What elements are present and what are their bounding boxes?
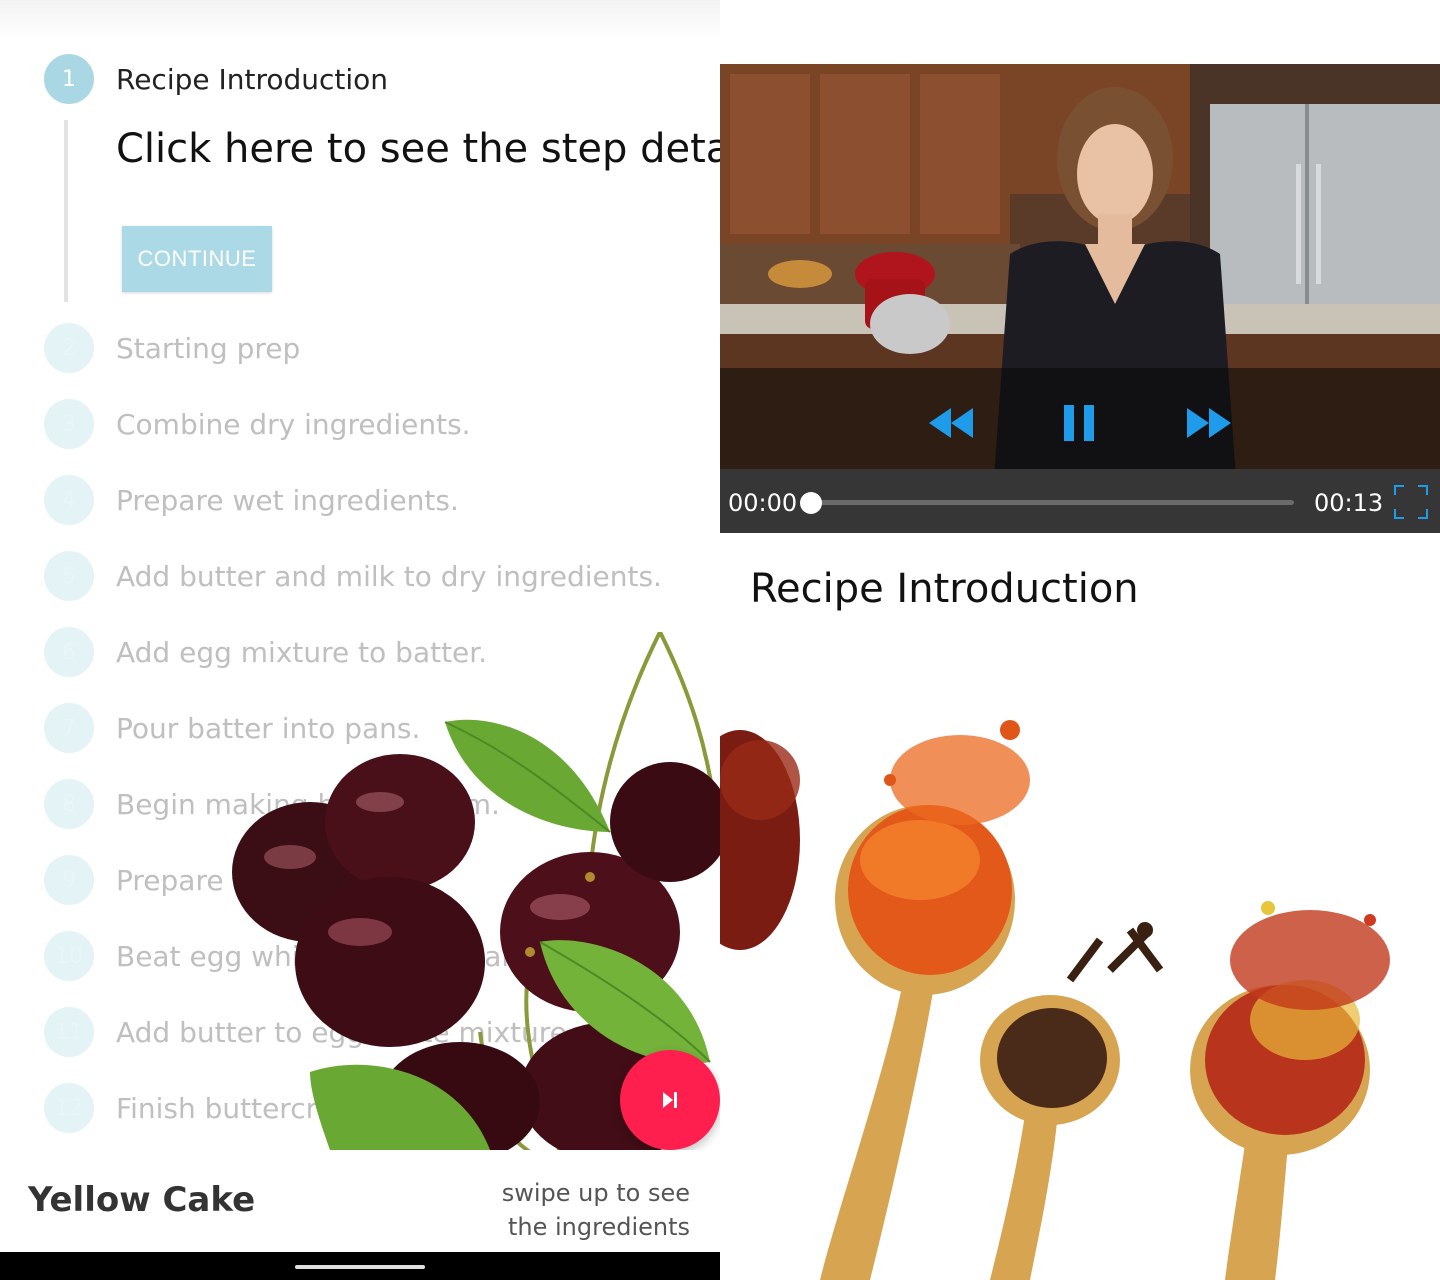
step-number-badge: 11 [44, 1007, 94, 1057]
step-number-badge: 7 [44, 703, 94, 753]
step-number-badge: 6 [44, 627, 94, 677]
step-connector-line [64, 120, 68, 302]
step-3[interactable]: 3 Combine dry ingredients. [44, 399, 471, 449]
recipe-steps-pane: 1 Recipe Introduction Click here to see … [0, 0, 720, 1280]
step-number-badge: 2 [44, 323, 94, 373]
fast-forward-icon [1187, 408, 1231, 438]
next-step-button[interactable] [620, 1050, 720, 1150]
recipe-name: Yellow Cake [28, 1180, 256, 1220]
swipe-hint-line: swipe up to see [501, 1179, 690, 1207]
rewind-button[interactable] [928, 400, 974, 446]
fullscreen-icon [1394, 485, 1428, 519]
rewind-icon [929, 408, 973, 438]
step-2[interactable]: 2 Starting prep [44, 323, 300, 373]
step-5[interactable]: 5 Add butter and milk to dry ingredients… [44, 551, 662, 601]
skip-next-icon [663, 1092, 677, 1108]
step-number-badge: 12 [44, 1083, 94, 1133]
step-number-badge: 8 [44, 779, 94, 829]
home-gesture-handle[interactable] [295, 1265, 425, 1269]
step-number-badge: 1 [44, 54, 94, 104]
step-title: Add butter and milk to dry ingredients. [116, 559, 662, 593]
step-number-badge: 9 [44, 855, 94, 905]
step-title: Recipe Introduction [116, 62, 389, 96]
system-navigation-bar [0, 1252, 720, 1280]
fast-forward-button[interactable] [1186, 400, 1232, 446]
seek-thumb[interactable] [800, 492, 822, 514]
step-detail-text[interactable]: Click here to see the step detail [116, 126, 720, 172]
status-bar-area [0, 0, 720, 40]
swipe-hint-line: the ingredients [507, 1213, 690, 1241]
pause-icon [1064, 405, 1094, 441]
step-heading: Recipe Introduction [750, 566, 1139, 612]
continue-button[interactable]: CONTINUE [122, 226, 272, 292]
pause-button[interactable] [1060, 400, 1100, 446]
step-detail-pane: 00:00 00:13 Recipe Introduction [720, 0, 1440, 1280]
current-time: 00:00 [728, 489, 798, 517]
step-number-badge: 3 [44, 399, 94, 449]
step-number-badge: 5 [44, 551, 94, 601]
step-title: Starting prep [116, 331, 301, 365]
fullscreen-button[interactable] [1394, 485, 1428, 519]
seek-bar[interactable] [800, 492, 1294, 514]
step-title: Prepare wet ingredients. [116, 483, 459, 517]
step-title: Combine dry ingredients. [116, 407, 471, 441]
seek-bar-area: 00:00 00:13 [720, 469, 1440, 533]
duration: 00:13 [1314, 489, 1384, 517]
spices-image [720, 640, 1440, 1280]
swipe-hint: swipe up to see the ingredients [430, 1176, 690, 1244]
step-4[interactable]: 4 Prepare wet ingredients. [44, 475, 459, 525]
step-number-badge: 4 [44, 475, 94, 525]
step-1[interactable]: 1 Recipe Introduction [44, 54, 388, 104]
step-number-badge: 10 [44, 931, 94, 981]
video-player[interactable]: 00:00 00:13 [720, 64, 1440, 533]
